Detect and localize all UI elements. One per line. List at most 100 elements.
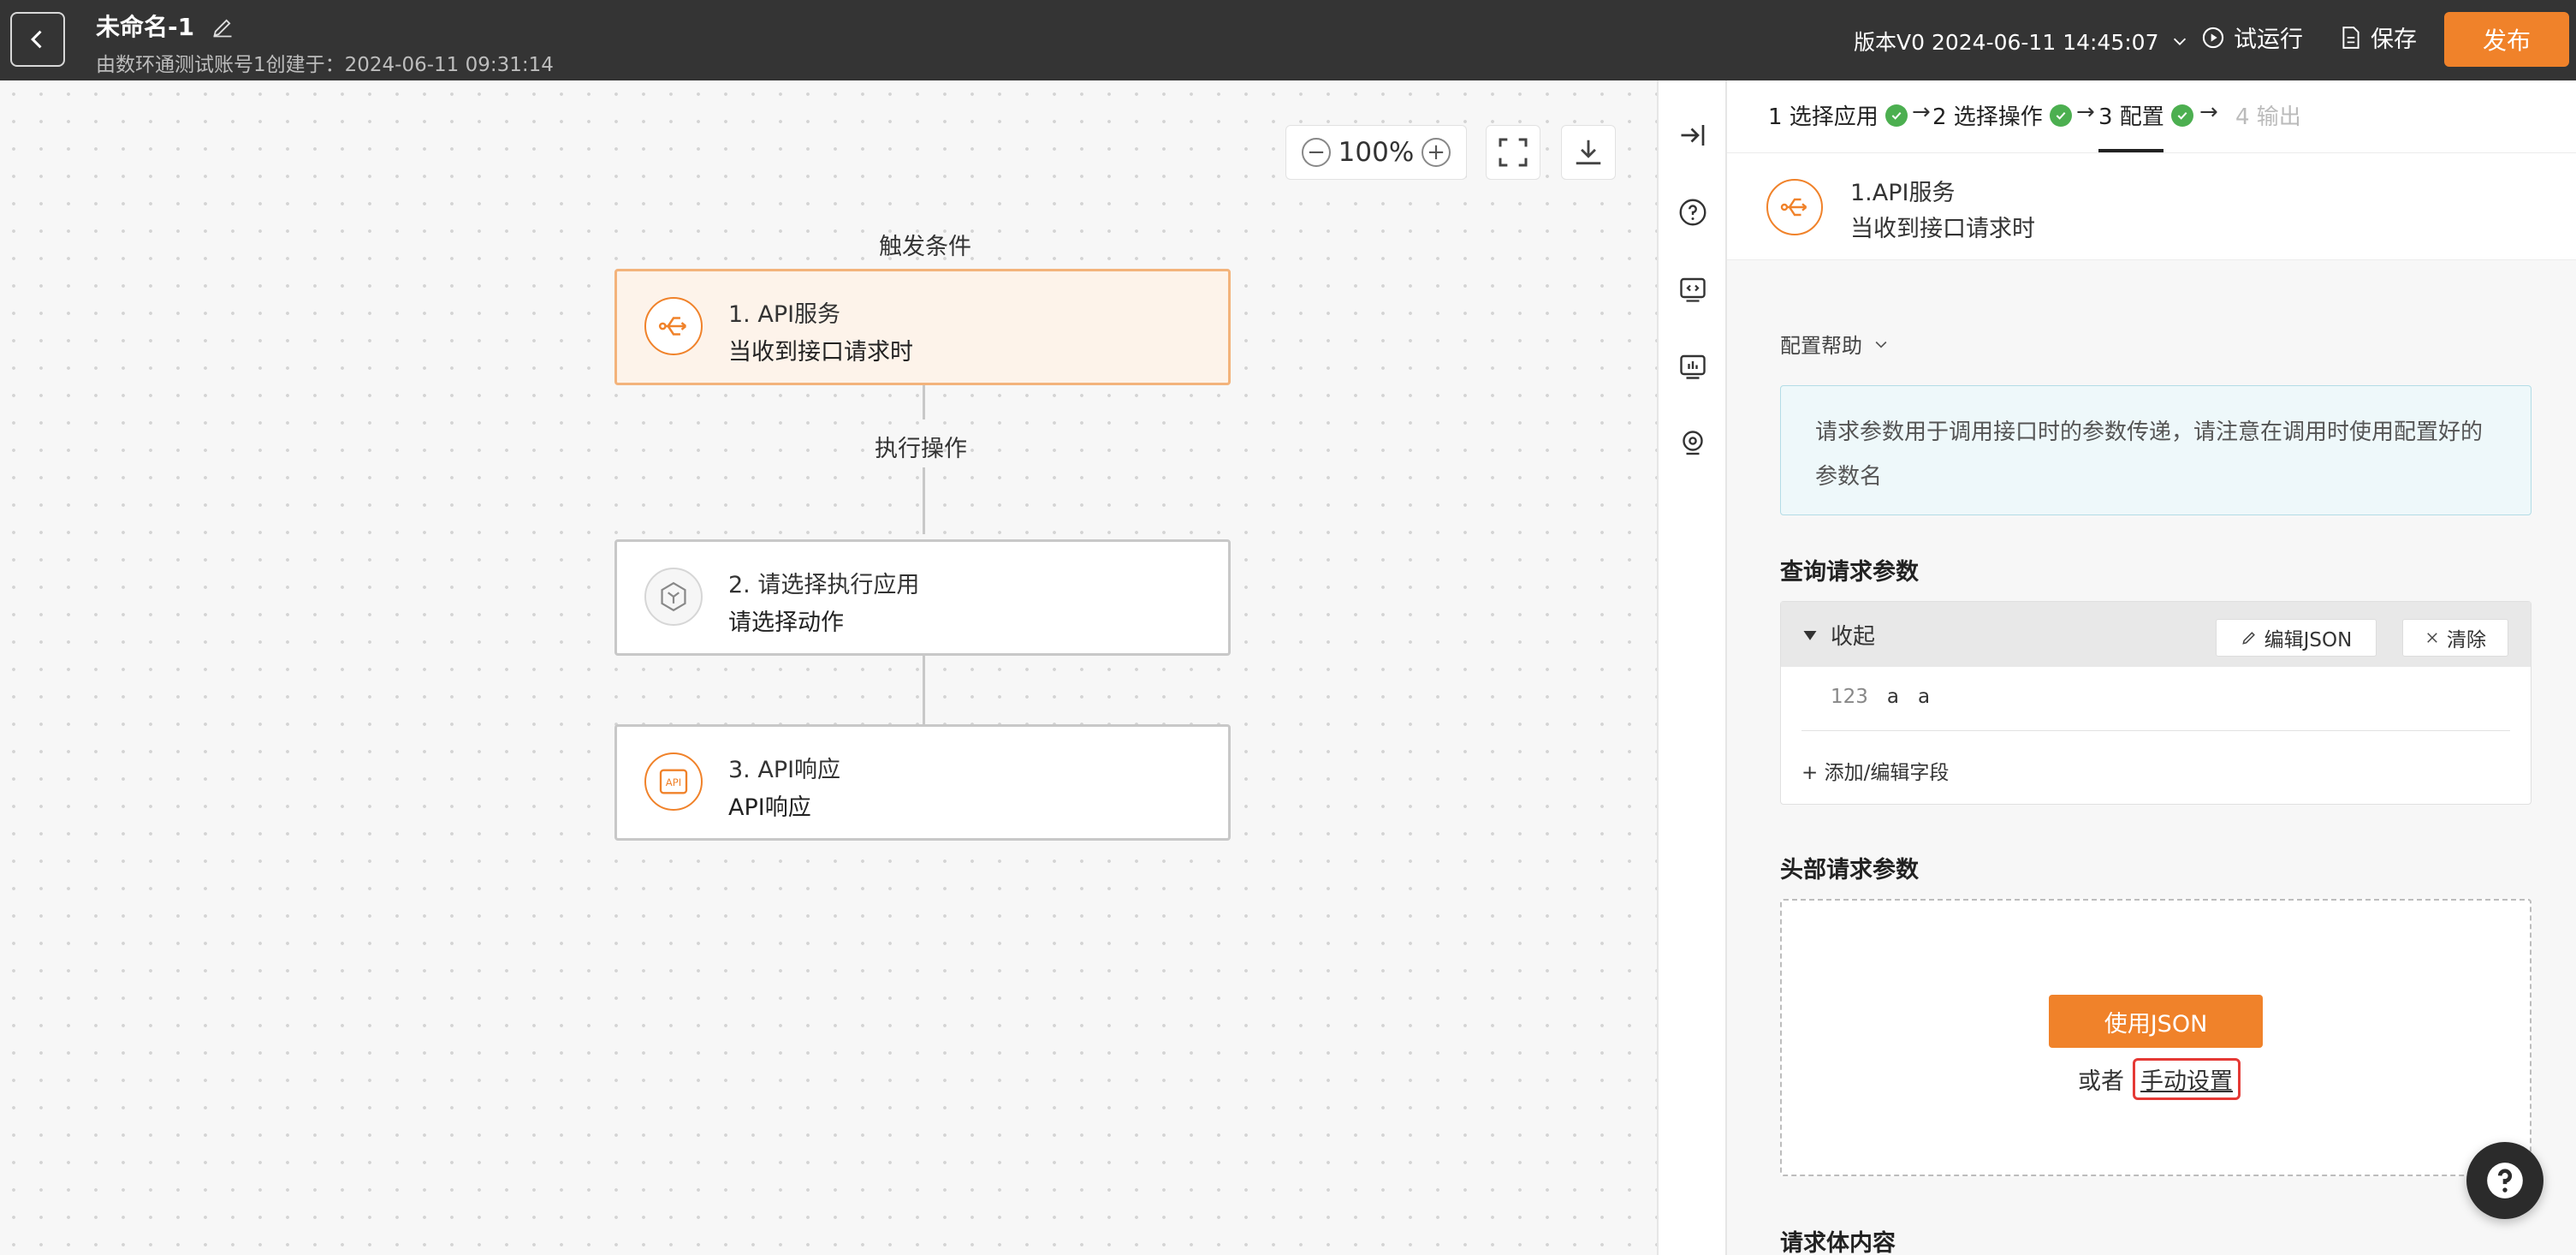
check-icon xyxy=(1885,104,1908,127)
node-subtitle: API响应 xyxy=(728,794,811,821)
selected-node-title: 1.API服务 xyxy=(1850,180,1956,206)
header-params-dropzone: 使用JSON 或者 手动设置 xyxy=(1780,899,2531,1176)
step-label: 4 输出 xyxy=(2235,104,2301,130)
node-api-response[interactable]: API 3. API响应 API响应 xyxy=(614,724,1231,841)
info-box: 请求参数用于调用接口时的参数传递，请注意在调用时使用配置好的参数名 xyxy=(1780,385,2531,515)
node-subtitle: 请选择动作 xyxy=(728,610,844,636)
question-circle-icon xyxy=(2487,1163,2523,1198)
document-icon xyxy=(2342,26,2359,49)
top-bar: 未命名-1 由数环通测试账号1创建于：2024-06-11 09:31:14 版… xyxy=(0,0,2576,80)
node-api-service[interactable]: 1. API服务 当收到接口请求时 xyxy=(614,269,1231,385)
test-run-button[interactable]: 试运行 xyxy=(2201,21,2303,54)
side-rail xyxy=(1657,80,1727,1255)
node-title: 1. API服务 xyxy=(728,301,841,328)
field-type: 123 xyxy=(1831,686,1868,708)
edit-icon xyxy=(2241,632,2255,645)
collapse-panel-icon[interactable] xyxy=(1676,118,1710,152)
question-circle-icon[interactable] xyxy=(1676,195,1710,229)
selected-node-header: 1.API服务 当收到接口请求时 xyxy=(1727,152,2576,260)
step-label: 1 选择应用 xyxy=(1768,104,1879,130)
caret-down-icon xyxy=(1803,630,1817,640)
download-icon xyxy=(1576,140,1601,165)
arrow-right-icon: → xyxy=(2199,99,2218,125)
save-button[interactable]: 保存 xyxy=(2340,21,2417,54)
step-label: 2 选择操作 xyxy=(1932,104,2043,130)
step-indicator: 1 选择应用 → 2 选择操作 → 3 配置 → 4 输出 xyxy=(1727,80,2576,152)
check-icon xyxy=(2049,104,2072,127)
config-help-toggle[interactable]: 配置帮助 xyxy=(1780,329,1890,359)
query-field-row[interactable]: 123 a a xyxy=(1831,686,1930,708)
edit-json-button[interactable]: 编辑JSON xyxy=(2216,619,2377,657)
edit-json-label: 编辑JSON xyxy=(2264,629,2353,651)
check-icon xyxy=(2170,104,2193,127)
workflow-canvas[interactable]: − 100% + 触发条件 1. API服务 当收到接口请求时 执行操作 2. … xyxy=(0,80,1657,1255)
fullscreen-button[interactable] xyxy=(1486,125,1540,180)
chevron-down-icon xyxy=(1875,341,1887,348)
step-select-app[interactable]: 1 选择应用 xyxy=(1768,99,1908,131)
action-label: 执行操作 xyxy=(875,436,967,462)
publish-button[interactable]: 发布 xyxy=(2444,12,2569,67)
test-run-label: 试运行 xyxy=(2234,27,2303,53)
location-pin-icon[interactable] xyxy=(1676,426,1710,461)
manual-setup-link[interactable]: 手动设置 xyxy=(2133,1058,2241,1100)
field-value: a xyxy=(1918,686,1931,708)
query-params-card: 收起 编辑JSON 清除 123 a a + 添加/编辑字段 xyxy=(1780,601,2531,805)
selected-node-subtitle: 当收到接口请求时 xyxy=(1850,216,2035,242)
api-service-icon xyxy=(644,297,703,355)
fullscreen-icon xyxy=(1499,138,1528,167)
arrow-right-icon: → xyxy=(2076,99,2095,125)
chevron-left-icon xyxy=(31,30,42,49)
node-select-app[interactable]: 2. 请选择执行应用 请选择动作 xyxy=(614,539,1231,656)
divider xyxy=(1801,730,2510,731)
api-response-icon: API xyxy=(644,752,703,811)
api-icon-text: API xyxy=(666,776,681,788)
workflow-subtitle: 由数环通测试账号1创建于：2024-06-11 09:31:14 xyxy=(96,54,554,76)
body-params-title: 请求体内容 xyxy=(1780,1230,1896,1255)
clear-button[interactable]: 清除 xyxy=(2402,619,2508,657)
connector-line xyxy=(923,385,925,419)
trigger-label: 触发条件 xyxy=(879,234,971,260)
close-icon xyxy=(2427,633,2437,643)
cube-icon xyxy=(644,568,703,626)
zoom-control: − 100% + xyxy=(1285,125,1467,180)
collapse-toggle[interactable]: 收起 xyxy=(1801,619,1875,651)
config-help-label: 配置帮助 xyxy=(1780,334,1862,358)
add-field-link[interactable]: + 添加/编辑字段 xyxy=(1801,756,1949,785)
clear-label: 清除 xyxy=(2447,629,2486,651)
node-title: 2. 请选择执行应用 xyxy=(728,572,920,598)
chevron-down-icon xyxy=(2174,38,2187,45)
api-service-icon xyxy=(1766,179,1823,235)
version-label: 版本V0 2024-06-11 14:45:07 xyxy=(1854,30,2159,55)
field-name: a xyxy=(1886,686,1900,708)
collapse-label: 收起 xyxy=(1831,624,1876,650)
header-params-title: 头部请求参数 xyxy=(1780,857,1919,883)
workflow-title: 未命名-1 xyxy=(96,13,195,41)
step-label: 3 配置 xyxy=(2098,104,2164,130)
zoom-level: 100% xyxy=(1338,137,1415,168)
zoom-in-icon[interactable]: + xyxy=(1421,138,1451,167)
or-label: 或者 xyxy=(2078,1068,2124,1095)
step-config[interactable]: 3 配置 xyxy=(2098,99,2193,131)
arrow-right-icon: → xyxy=(1912,99,1931,125)
download-button[interactable] xyxy=(1561,125,1616,180)
use-json-button[interactable]: 使用JSON xyxy=(2049,995,2263,1048)
edit-title-icon[interactable] xyxy=(211,15,234,39)
step-select-action[interactable]: 2 选择操作 xyxy=(1932,99,2072,131)
connector-line xyxy=(923,656,925,724)
node-title: 3. API响应 xyxy=(728,757,841,783)
back-button[interactable] xyxy=(10,12,65,67)
code-window-icon[interactable] xyxy=(1676,272,1710,306)
save-label: 保存 xyxy=(2371,27,2417,53)
or-line: 或者 手动设置 xyxy=(2078,1058,2241,1100)
node-subtitle: 当收到接口请求时 xyxy=(728,339,913,366)
query-params-header: 收起 编辑JSON 清除 xyxy=(1781,602,2531,667)
monitor-chart-icon[interactable] xyxy=(1676,349,1710,384)
zoom-out-icon[interactable]: − xyxy=(1302,138,1331,167)
config-panel: 1 选择应用 → 2 选择操作 → 3 配置 → 4 输出 1.API服务 当收… xyxy=(1727,80,2576,1255)
step-output[interactable]: 4 输出 xyxy=(2235,99,2301,131)
floating-help-button[interactable] xyxy=(2466,1142,2543,1219)
query-params-title: 查询请求参数 xyxy=(1780,559,1919,586)
version-selector[interactable]: 版本V0 2024-06-11 14:45:07 xyxy=(1854,26,2189,57)
connector-line xyxy=(923,467,925,534)
play-circle-icon xyxy=(2202,27,2224,48)
